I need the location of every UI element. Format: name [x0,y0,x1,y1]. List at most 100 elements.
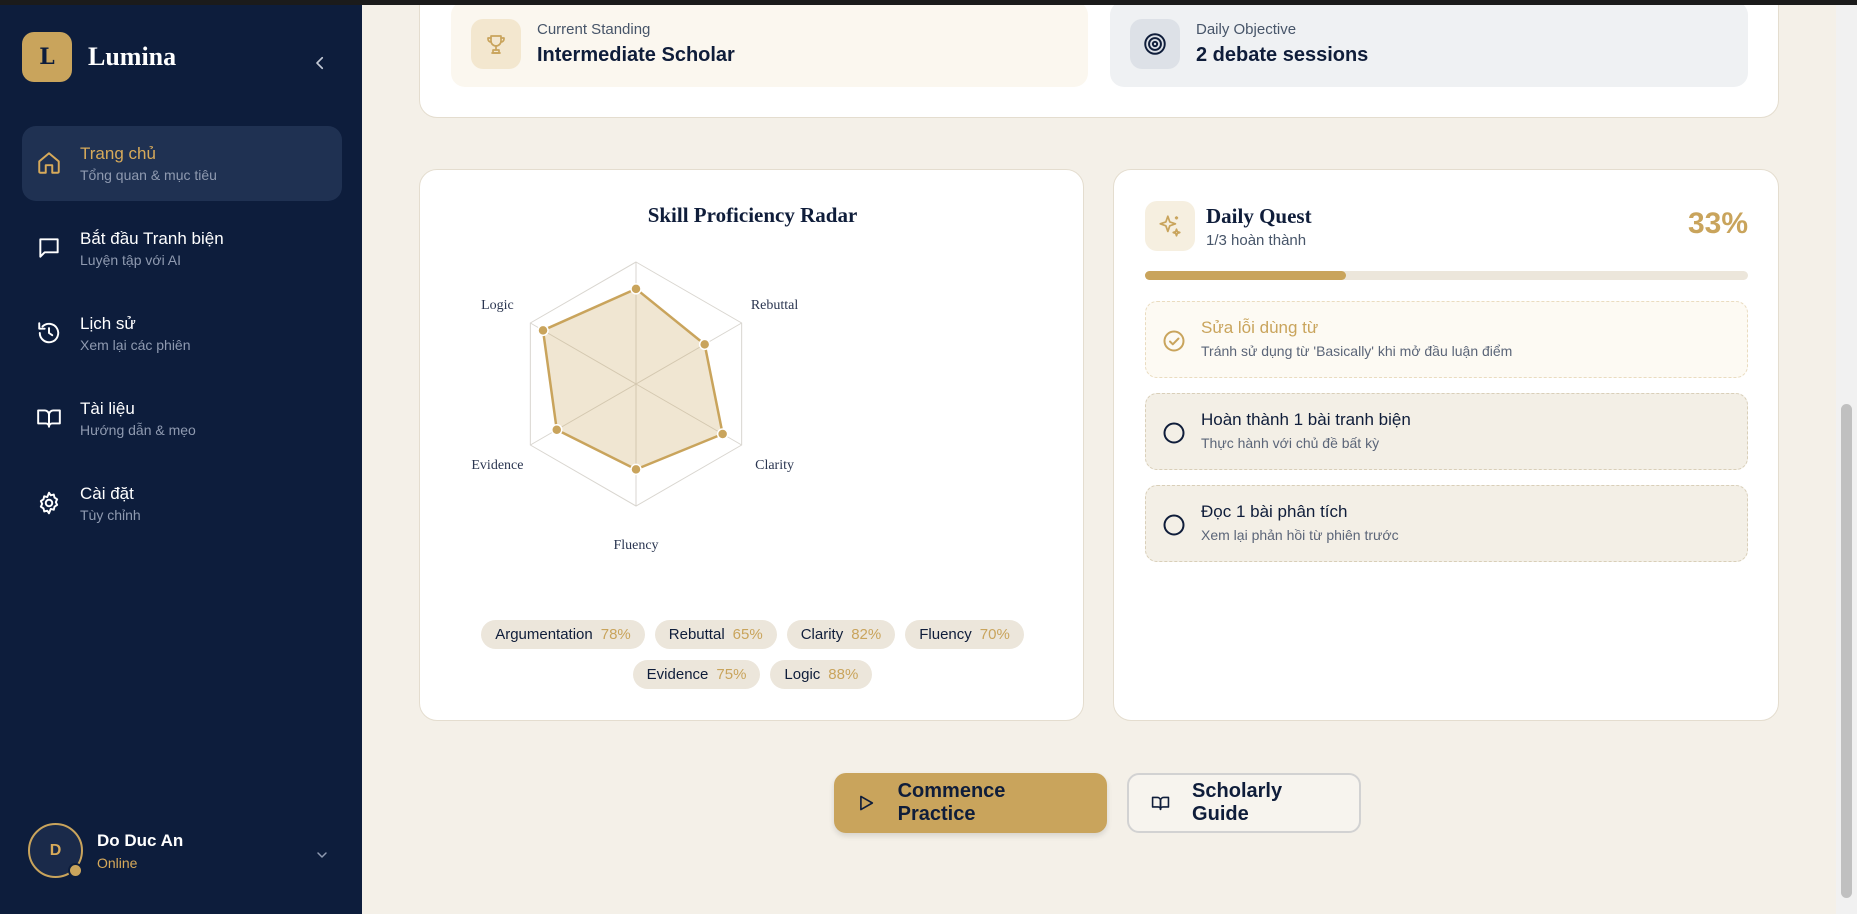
skill-chip: Argumentation 78% [481,620,645,649]
skill-chip: Logic 88% [770,660,873,689]
trophy-icon [471,19,521,69]
chevron-left-icon [316,56,324,70]
book-open-icon [1151,796,1170,811]
daily-quest-card: Daily Quest 1/3 hoàn thành 33% Sửa lỗi d… [1113,169,1779,721]
skill-chip: Evidence 75% [632,660,761,689]
skill-chip-label: Argumentation [495,626,593,643]
quest-task-2[interactable]: Hoàn thành 1 bài tranh biện Thực hành vớ… [1145,393,1748,470]
radar-data-point [698,338,711,351]
empty-circle-icon [1163,422,1185,444]
task-title: Sửa lỗi dùng từ [1201,318,1319,337]
skill-chip-percent: 78% [600,626,631,643]
quest-task-1[interactable]: Sửa lỗi dùng từ Tránh sử dụng từ 'Basica… [1145,301,1748,378]
empty-circle-icon [1163,514,1185,536]
skill-chip-percent: 88% [828,666,859,683]
sidebar: L Lumina Trang chủ Tổng quan & mục tiêu … [0,5,362,914]
stats-card: Current Standing Intermediate Scholar Da… [419,0,1779,118]
task-title: Hoàn thành 1 bài tranh biện [1201,410,1411,429]
radar-axis-label: Rebuttal [751,298,799,313]
skill-chip-percent: 65% [732,626,763,643]
avatar: D [28,823,83,878]
user-profile[interactable]: D Do Duc An Online [28,823,183,878]
quest-progress-fill [1145,271,1346,280]
task-subtitle: Xem lại phản hồi từ phiên trước [1201,527,1399,543]
check-circle-icon [1163,330,1185,352]
sidebar-item-title: Trang chủ [80,143,156,163]
skill-chip-percent: 75% [716,666,747,683]
user-menu-button[interactable] [308,841,336,869]
history-icon [38,322,60,344]
page-scrollbar[interactable] [1836,5,1857,914]
commence-practice-button[interactable]: Commence Practice [834,773,1107,833]
sidebar-item-title: Tài liệu [80,398,135,418]
radar-data-point [630,283,642,295]
task-title: Đọc 1 bài phân tích [1201,502,1348,521]
quest-progress-text: 1/3 hoàn thành [1206,232,1307,249]
skill-chip-percent: 70% [979,626,1010,643]
sidebar-item-resources[interactable]: Tài liệu Hướng dẫn & mẹo [22,381,342,456]
action-buttons: Commence Practice Scholarly Guide [834,773,1361,833]
user-name: Do Duc An [97,830,184,850]
skill-chip: Rebuttal 65% [654,620,777,649]
skill-chip-label: Clarity [800,626,844,643]
target-icon [1130,19,1180,69]
skill-chip-label: Evidence [646,666,709,683]
radar-title: Skill Proficiency Radar [647,203,858,227]
quest-title: Daily Quest [1206,204,1312,228]
task-subtitle: Tránh sử dụng từ 'Basically' khi mở đầu … [1201,343,1513,359]
skill-chip-label: Rebuttal [668,626,725,643]
sparkles-icon [1145,201,1195,251]
current-standing-stat: Current Standing Intermediate Scholar [451,1,1088,87]
quest-progress-bar [1145,271,1748,280]
sidebar-nav: Trang chủ Tổng quan & mục tiêu Bắt đầu T… [22,126,342,551]
sidebar-item-subtitle: Xem lại các phiên [80,336,191,353]
radar-data-point [537,324,549,337]
radar-data-point [716,428,729,440]
play-icon [860,795,874,811]
skill-radar-card: Skill Proficiency Radar Argumentation Reb… [419,169,1084,721]
sidebar-item-subtitle: Tổng quan & mục tiêu [80,166,217,183]
sidebar-item-subtitle: Luyện tập với AI [80,251,182,268]
sidebar-item-debate[interactable]: Bắt đầu Tranh biện Luyện tập với AI [22,211,342,286]
online-status-dot [68,863,83,878]
message-square-icon [39,238,59,258]
stat-value: 2 debate sessions [1196,44,1369,66]
sidebar-item-settings[interactable]: Cài đặt Tùy chỉnh [22,466,342,541]
radar-axis-label: Fluency [613,538,658,553]
radar-data-point [551,424,563,436]
skill-chip-percent: 82% [851,626,882,643]
skill-chip-label: Fluency [919,626,972,643]
stat-value: Intermediate Scholar [537,44,735,66]
scholarly-guide-button[interactable]: Scholarly Guide [1127,773,1361,833]
brand[interactable]: L Lumina [22,32,176,82]
radar-data-point [630,463,642,476]
sidebar-item-subtitle: Tùy chỉnh [80,506,141,523]
sidebar-item-history[interactable]: Lịch sử Xem lại các phiên [22,296,342,371]
sidebar-item-subtitle: Hướng dẫn & mẹo [80,421,196,438]
chevron-down-icon [317,852,327,858]
quest-task-3[interactable]: Đọc 1 bài phân tích Xem lại phản hồi từ … [1145,485,1748,562]
radar-axis-label: Evidence [471,458,523,473]
gear-icon [39,491,59,515]
book-open-icon [37,409,61,428]
sidebar-item-home[interactable]: Trang chủ Tổng quan & mục tiêu [22,126,342,201]
task-subtitle: Thực hành với chủ đề bất kỳ [1201,435,1380,451]
sidebar-item-title: Lịch sử [80,313,136,333]
button-label: Commence Practice [897,780,1006,825]
collapse-sidebar-button[interactable] [304,47,336,79]
brand-logo: L [22,32,72,82]
user-status: Online [97,854,138,871]
sidebar-item-title: Bắt đầu Tranh biện [80,228,224,248]
scrollbar-thumb[interactable] [1841,404,1852,898]
skill-chips: Argumentation 78% Rebuttal 65% Clarity 82% Flu… [420,620,1085,689]
skill-chip-label: Logic [784,666,821,683]
avatar-initial: D [49,841,62,859]
button-label: Scholarly Guide [1192,780,1283,825]
window-top-edge [0,0,1857,5]
home-icon [38,152,60,174]
radar-axis-label: Logic [481,298,514,313]
stat-label: Daily Objective [1196,21,1297,38]
sidebar-item-title: Cài đặt [80,483,134,503]
daily-objective-stat: Daily Objective 2 debate sessions [1110,1,1748,87]
skill-chip: Fluency 70% [905,620,1024,649]
